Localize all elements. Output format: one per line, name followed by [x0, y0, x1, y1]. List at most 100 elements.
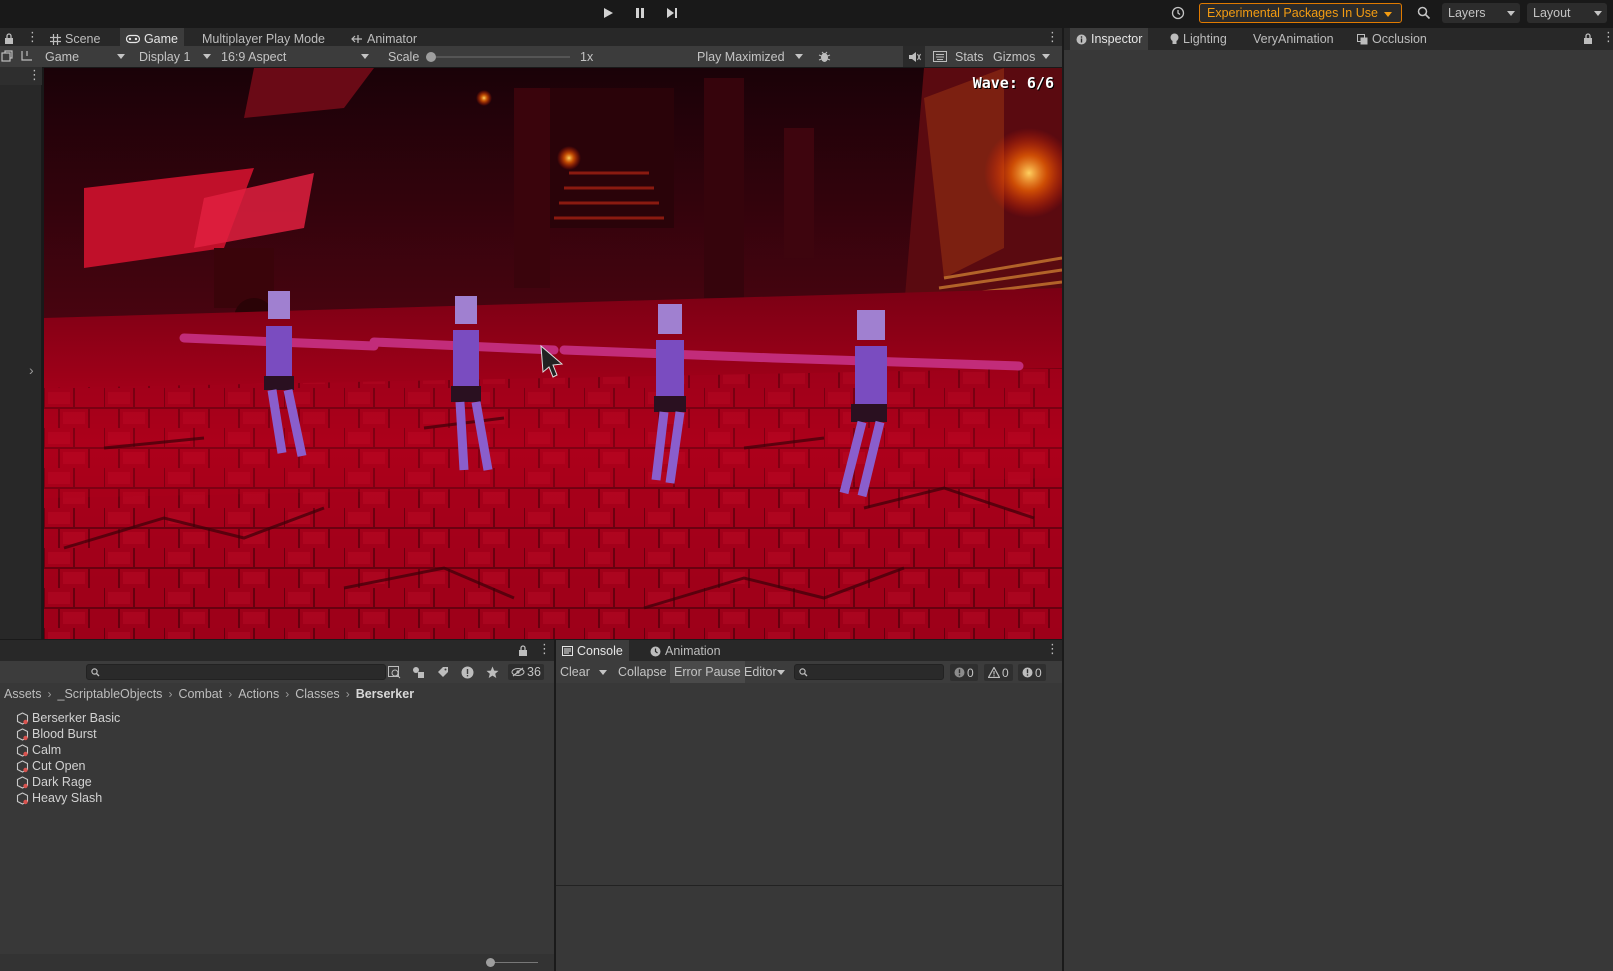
layout-dropdown[interactable]: Layout: [1527, 3, 1607, 23]
game-viewport[interactable]: Wave: 6/6: [44, 68, 1062, 639]
tab-animation[interactable]: Animation: [644, 640, 727, 662]
gamepad-icon: [126, 34, 140, 44]
tab-inspector[interactable]: Inspector: [1070, 28, 1149, 50]
chevron-right-icon[interactable]: ›: [29, 362, 34, 378]
filter-type-icon[interactable]: [412, 666, 425, 679]
tab-inspector-label: Inspector: [1091, 32, 1143, 46]
label-icon[interactable]: [437, 666, 449, 678]
chevron-right-icon: ›: [285, 687, 290, 701]
list-item[interactable]: Berserker Basic: [16, 710, 120, 726]
bulb-icon: [1170, 33, 1179, 44]
lock-icon[interactable]: [1583, 33, 1593, 44]
inspector-menu-icon[interactable]: ⋮: [1602, 30, 1613, 43]
menu-icon[interactable]: ⋮: [26, 30, 39, 43]
tab-occlusion-label: Occlusion: [1372, 32, 1427, 46]
hierarchy-menu-icon[interactable]: ⋮: [28, 68, 41, 81]
tab-lighting[interactable]: Lighting: [1164, 28, 1233, 50]
error-filter-toggle[interactable]: 0: [1018, 664, 1046, 681]
tab-veryanimation[interactable]: VeryAnimation: [1247, 28, 1340, 50]
pause-button[interactable]: [626, 3, 654, 23]
project-menu-icon[interactable]: ⋮: [538, 642, 551, 655]
step-button[interactable]: [658, 3, 686, 23]
list-item[interactable]: Dark Rage: [16, 774, 92, 790]
game-scene-render: [44, 68, 1062, 639]
clear-options-dropdown[interactable]: [594, 661, 610, 683]
hidden-packages-toggle[interactable]: 36: [508, 664, 544, 680]
tab-veryanimation-label: VeryAnimation: [1253, 32, 1334, 46]
tab-console[interactable]: Console: [556, 640, 629, 662]
history-button[interactable]: [1168, 5, 1188, 21]
log-filter-toggle[interactable]: 0: [950, 664, 978, 681]
tab-console-label: Console: [577, 644, 623, 658]
chevron-right-icon: ›: [168, 687, 173, 701]
breadcrumb-item[interactable]: Actions: [238, 687, 279, 701]
gizmos-dropdown[interactable]: [1038, 46, 1052, 67]
window-icon[interactable]: [1, 50, 13, 62]
play-button[interactable]: [594, 3, 622, 23]
play-mode-select-value: Play Maximized: [697, 49, 785, 64]
center-panel-menu-icon[interactable]: ⋮: [1046, 30, 1059, 43]
breadcrumb-current[interactable]: Berserker: [356, 687, 414, 701]
horizontal-splitter[interactable]: [0, 639, 1062, 640]
warning-icon: [988, 667, 1000, 678]
search-by-type-icon[interactable]: [388, 666, 401, 679]
vertical-splitter[interactable]: [554, 640, 556, 971]
breadcrumb-item[interactable]: Combat: [178, 687, 222, 701]
info-icon: [954, 667, 965, 678]
game-view-toolbar: Game Display 1 16:9 Aspect Scale 1x Play…: [42, 46, 1062, 67]
star-icon[interactable]: [486, 666, 499, 679]
project-search-input[interactable]: [86, 664, 386, 680]
breadcrumb-item[interactable]: Classes: [295, 687, 339, 701]
hierarchy-icon[interactable]: [20, 50, 34, 62]
zoom-slider[interactable]: [486, 958, 538, 967]
editor-dropdown[interactable]: Editor: [740, 661, 788, 683]
layers-label: Layers: [1448, 6, 1486, 20]
list-item[interactable]: Blood Burst: [16, 726, 97, 742]
lock-icon[interactable]: [4, 33, 14, 47]
lock-icon[interactable]: [518, 645, 528, 656]
list-item[interactable]: Heavy Slash: [16, 790, 102, 806]
mute-audio-button[interactable]: [903, 46, 925, 67]
error-pause-button[interactable]: Error Pause: [670, 661, 745, 683]
animator-icon: [351, 35, 362, 43]
gizmos-button[interactable]: Gizmos: [993, 46, 1035, 67]
inspector-panel: Inspector Lighting VeryAnimation Occlusi…: [1064, 28, 1613, 971]
scale-slider-thumb[interactable]: [426, 52, 436, 62]
scale-value: 1x: [580, 49, 594, 64]
experimental-packages-dropdown[interactable]: Experimental Packages In Use: [1199, 3, 1402, 23]
chevron-down-icon: [203, 54, 211, 59]
aspect-select[interactable]: 16:9 Aspect: [221, 46, 375, 67]
tab-occlusion[interactable]: Occlusion: [1351, 28, 1433, 50]
console-search-input[interactable]: [794, 664, 944, 680]
warning-filter-toggle[interactable]: 0: [984, 664, 1013, 681]
breadcrumb-item[interactable]: _ScriptableObjects: [58, 687, 163, 701]
clear-button[interactable]: Clear: [556, 661, 594, 683]
play-mode-select[interactable]: Play Maximized: [697, 46, 809, 67]
list-item[interactable]: Cut Open: [16, 758, 86, 774]
collapse-button[interactable]: Collapse: [614, 661, 671, 683]
scriptable-object-icon: [16, 727, 29, 741]
tab-game-label: Game: [143, 32, 178, 46]
console-log-list[interactable]: [556, 684, 1062, 885]
console-menu-icon[interactable]: ⋮: [1046, 642, 1059, 655]
grid-toggle-button[interactable]: [930, 46, 950, 67]
stats-button[interactable]: Stats: [955, 46, 984, 67]
view-select[interactable]: Game: [45, 46, 131, 67]
vertical-splitter[interactable]: [1062, 28, 1064, 971]
warning-filter-icon[interactable]: [461, 666, 474, 679]
scriptable-object-icon: [16, 775, 29, 789]
chevron-down-icon: [795, 54, 803, 59]
zoom-slider-thumb[interactable]: [486, 958, 495, 967]
layers-dropdown[interactable]: Layers: [1442, 3, 1520, 23]
tab-scene-label: Scene: [65, 32, 101, 46]
console-tabbar: Console Animation ⋮: [556, 640, 1062, 662]
breadcrumb-item[interactable]: Assets: [4, 687, 42, 701]
list-item[interactable]: Calm: [16, 742, 61, 758]
bug-button[interactable]: [815, 46, 833, 67]
display-select[interactable]: Display 1: [139, 46, 217, 67]
asset-name: Blood Burst: [32, 727, 97, 741]
scale-slider[interactable]: [426, 52, 570, 62]
search-button[interactable]: [1410, 3, 1438, 23]
asset-name: Calm: [32, 743, 62, 757]
wave-counter: Wave: 6/6: [972, 74, 1054, 92]
